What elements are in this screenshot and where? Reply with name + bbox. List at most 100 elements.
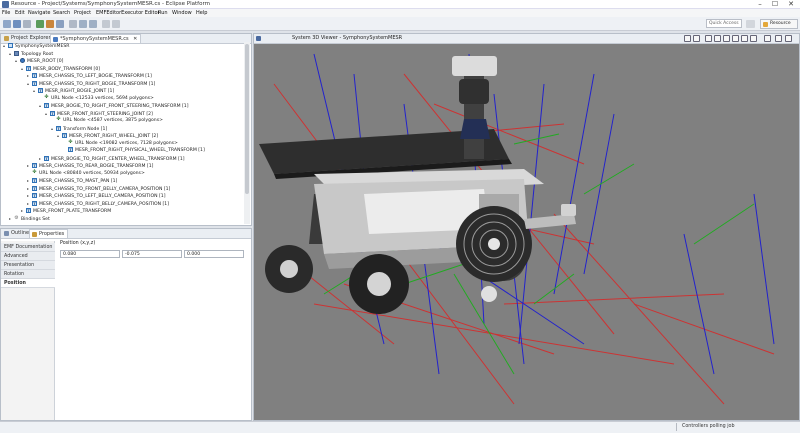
tree-node[interactable]: ▸ T MESR_CHASSIS_TO_FRONT_BELLY_CAMERA_POS… xyxy=(27,185,170,192)
tree-node[interactable]: ▴ SymphonySystemMESR xyxy=(3,42,69,49)
position-x-field[interactable]: 0.080 xyxy=(60,250,120,258)
tree-node[interactable]: ▴ T MESR_FRONT_RIGHT_STEERING_JOINT [2] xyxy=(45,110,153,117)
node-icon xyxy=(8,43,13,48)
tree-node-label: MESR_BOGIE_TO_RIGHT_CENTER_WHEEL_TRANSFO… xyxy=(51,156,185,162)
wireframe-icon[interactable] xyxy=(732,35,739,42)
section-emf-documentation[interactable]: EMF Documentation xyxy=(1,243,55,252)
menu-project[interactable]: Project xyxy=(74,9,91,17)
tree-node-label: MESR_CHASSIS_TO_MAST_PAN [1] xyxy=(39,179,118,184)
tree-node[interactable]: ✤ URL Node <12533 vertices, 5694 polygons… xyxy=(39,93,154,102)
section-advanced[interactable]: Advanced xyxy=(1,252,55,261)
viewer-title: System 3D Viewer - SymphonySystemMESR xyxy=(292,35,403,41)
status-separator xyxy=(676,423,677,431)
tab-properties[interactable]: Properties xyxy=(29,229,69,238)
tree-node[interactable]: ▴ T MESR_FRONT_RIGHT_WHEEL_JOINT [2] xyxy=(57,132,158,139)
debug-icon[interactable] xyxy=(46,20,54,28)
transform-node-icon: T xyxy=(38,88,43,93)
menu-run[interactable]: Run xyxy=(158,9,168,17)
tree-node[interactable]: ▴ MESR_ROOT [0] xyxy=(15,57,63,64)
zoom-out-icon[interactable] xyxy=(714,35,721,42)
properties-icon xyxy=(32,232,37,237)
annotation-next-icon[interactable] xyxy=(102,20,110,28)
view-menu-icon[interactable] xyxy=(764,35,771,42)
viewer-icon xyxy=(256,36,261,41)
maximize-view-icon[interactable] xyxy=(785,35,792,42)
tree-node[interactable]: ▴ T Transform Node [1] xyxy=(51,125,107,132)
refresh-icon[interactable] xyxy=(693,35,700,42)
tree-node-label: SymphonySystemMESR xyxy=(15,44,70,49)
tree-node[interactable]: ▸ T MESR_CHASSIS_TO_REAR_BOGIE_TRANSFORM [… xyxy=(27,162,153,169)
tree-node[interactable]: ▸ ⚙ Bindings Set xyxy=(9,215,50,222)
tree-node[interactable]: ▴ T MESR_CHASSIS_TO_RIGHT_BOGIE_TRANSFORM … xyxy=(27,80,155,87)
tab-outline[interactable]: Outline xyxy=(2,229,32,238)
back-icon[interactable] xyxy=(79,20,87,28)
position-label: Position (x,y,z) xyxy=(60,241,96,246)
minimize-view-icon[interactable] xyxy=(775,35,782,42)
status-job-text: Controllers polling job xyxy=(682,424,735,429)
section-position[interactable]: Position xyxy=(1,279,55,288)
tree-node[interactable]: ✤ URL Node <80840 vertices, 50934 polygon… xyxy=(27,169,145,177)
camera-icon[interactable] xyxy=(684,35,691,42)
menu-edit[interactable]: Edit xyxy=(15,9,25,17)
grid-icon[interactable] xyxy=(750,35,757,42)
3d-scene-canvas[interactable] xyxy=(254,44,799,420)
resource-perspective-button[interactable]: Resource xyxy=(760,19,798,29)
tree-node[interactable]: T MESR_FRONT_RIGHT_PHYSICAL_WHEEL_TRANSFO… xyxy=(63,147,205,154)
menu-file[interactable]: File xyxy=(2,9,10,17)
transform-node-icon: T xyxy=(26,208,31,213)
open-type-icon[interactable] xyxy=(56,20,64,28)
tree-node[interactable]: ▸ T MESR_CHASSIS_TO_RIGHT_BELLY_CAMERA_POS… xyxy=(27,200,169,207)
save-icon[interactable] xyxy=(13,20,21,28)
open-perspective-icon[interactable] xyxy=(746,20,755,28)
tree-node[interactable]: ▸ T MESR_BOGIE_TO_RIGHT_CENTER_WHEEL_TRANS… xyxy=(39,155,185,162)
tree-node[interactable]: ▴ T MESR_RIGHT_BOGIE_JOINT [1] xyxy=(33,87,114,94)
print-icon[interactable] xyxy=(23,20,31,28)
zoom-in-icon[interactable] xyxy=(705,35,712,42)
run-icon[interactable] xyxy=(36,20,44,28)
tree-node[interactable]: ▸ T MESR_CHASSIS_TO_MAST_PAN [1] xyxy=(27,177,117,184)
maximize-button[interactable]: ☐ xyxy=(768,0,782,8)
tree-node-label: URL Node <4587 vertices, 3875 polygons> xyxy=(63,118,163,123)
transform-node-icon: T xyxy=(44,155,49,161)
section-presentation[interactable]: Presentation xyxy=(1,261,55,270)
tree-node[interactable]: ▸ T MESR_FRONT_PLATE_TRANSFORM xyxy=(21,207,111,214)
url-node-icon: ✤ xyxy=(44,93,49,100)
quick-access-field[interactable]: Quick Access xyxy=(706,19,742,28)
transform-node-icon: T xyxy=(26,65,31,71)
tree-node[interactable]: ✤ URL Node <4587 vertices, 3875 polygons> xyxy=(51,117,163,124)
new-icon[interactable] xyxy=(3,20,11,28)
menu-help[interactable]: Help xyxy=(196,9,207,17)
bindings-set-icon: ⚙ xyxy=(14,214,19,221)
zoom-fit-icon[interactable] xyxy=(723,35,730,42)
tab-3d-viewer[interactable]: System 3D Viewer - SymphonySystemMESR xyxy=(256,35,402,43)
property-sections: EMF Documentation Advanced Presentation … xyxy=(1,241,55,420)
menu-navigate[interactable]: Navigate xyxy=(28,9,50,17)
url-node-icon: ✤ xyxy=(68,138,73,145)
minimize-button[interactable]: – xyxy=(753,0,767,8)
tree-node[interactable]: ▴ Topology Root xyxy=(9,50,53,57)
close-button[interactable]: ✕ xyxy=(784,0,798,8)
section-rotation[interactable]: Rotation xyxy=(1,270,55,279)
tree-node[interactable]: ▸ T MESR_CHASSIS_TO_LEFT_BELLY_CAMERA_POSI… xyxy=(27,192,165,199)
tree-node[interactable]: ▴ T MESR_BOGIE_TO_RIGHT_FRONT_STEERING_TRA… xyxy=(39,102,189,109)
tree-node[interactable]: ▸ T MESR_CHASSIS_TO_LEFT_BOGIE_TRANSFORM [… xyxy=(27,72,152,79)
tree-node-label: MESR_FRONT_RIGHT_STEERING_JOINT [2] xyxy=(57,111,153,117)
screenshot-icon[interactable] xyxy=(741,35,748,42)
tree-scrollbar-thumb[interactable] xyxy=(245,44,249,194)
search-icon[interactable] xyxy=(69,20,77,28)
tree-node-label: URL Node <12533 vertices, 5694 polygons> xyxy=(51,95,154,101)
position-z-field[interactable]: 0.000 xyxy=(184,250,244,258)
tree-node-label: MESR_CHASSIS_TO_REAR_BOGIE_TRANSFORM [1] xyxy=(39,164,154,169)
menu-window[interactable]: Window xyxy=(172,9,192,17)
menu-editor[interactable]: EMFEditorExecutor Editor xyxy=(96,9,160,17)
menu-search[interactable]: Search xyxy=(53,9,70,17)
annotation-prev-icon[interactable] xyxy=(112,20,120,28)
tree-node[interactable]: ✤ URL Node <19082 vertices, 7128 polygons… xyxy=(63,138,177,147)
tree-node[interactable]: ▴ T MESR_BODY_TRANSFORM [0] xyxy=(21,65,100,72)
tree-node-label: URL Node <80840 vertices, 50934 polygons… xyxy=(39,170,145,176)
forward-icon[interactable] xyxy=(89,20,97,28)
tree-node-label: MESR_FRONT_PLATE_TRANSFORM xyxy=(33,209,112,214)
tab-label: Properties xyxy=(39,231,65,237)
position-y-field[interactable]: -0.075 xyxy=(122,250,182,258)
eclipse-app-icon xyxy=(2,1,9,8)
